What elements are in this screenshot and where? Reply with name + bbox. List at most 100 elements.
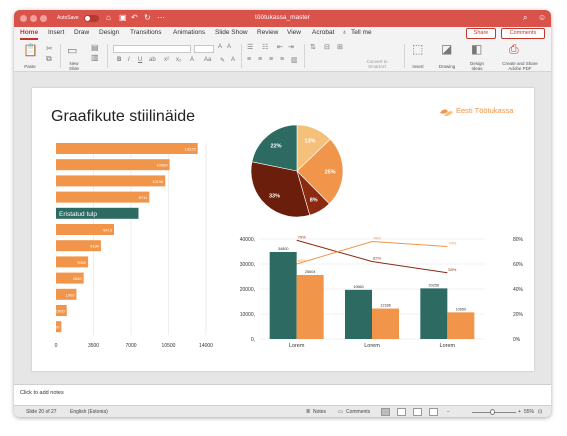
y-left-tick-label: 0, [251, 337, 255, 343]
text-effects-icon[interactable]: A [190, 57, 194, 63]
bar-data-label: 12186 [380, 304, 391, 308]
outdent-icon[interactable]: ⇥ [288, 43, 294, 51]
align-text-icon[interactable]: ⊟ [324, 43, 330, 51]
comments-button[interactable]: Comments [501, 28, 545, 39]
superscript-icon[interactable]: x² [164, 57, 169, 63]
reading-view-icon[interactable] [413, 408, 422, 416]
normal-view-icon[interactable] [381, 408, 390, 416]
decrease-font-icon[interactable]: A [227, 44, 231, 50]
tab-design[interactable]: Design [99, 29, 119, 36]
line-data-label: 62% [373, 256, 381, 261]
pie-chart: 13% 25% 8% 33% 22% [250, 124, 344, 218]
bold-icon[interactable]: B [117, 57, 121, 63]
x-tick-label: 10500 [162, 343, 176, 349]
paste-icon[interactable]: 📋 [23, 43, 38, 57]
indent-icon[interactable]: ⇤ [277, 43, 283, 51]
subscript-icon[interactable]: x₂ [176, 57, 181, 63]
columns-icon[interactable]: ▥ [291, 56, 298, 64]
align-center-icon[interactable]: ≡ [258, 56, 262, 63]
layout-icon[interactable]: ▤ [91, 43, 99, 52]
slide[interactable]: Graafikute stiilinäide Eesti Töötukassa … [32, 88, 534, 371]
numbering-icon[interactable]: ☷ [262, 43, 268, 51]
y-left-tick-label: 30000, [240, 262, 255, 268]
slide-sorter-icon[interactable] [397, 408, 406, 416]
highlight-icon[interactable]: ✎ [220, 57, 225, 64]
insert-icon[interactable]: ⬚ [412, 42, 423, 56]
tab-insert[interactable]: Insert [48, 29, 64, 36]
italic-icon[interactable]: I [128, 57, 130, 63]
font-family-select[interactable] [113, 45, 191, 53]
account-icon[interactable]: ☺ [538, 13, 546, 23]
line-data-label: 74% [448, 241, 456, 246]
bar-data-label: 10600 [156, 163, 168, 168]
smartart-icon[interactable]: ⊞ [337, 43, 343, 51]
share-button[interactable]: Share [466, 28, 496, 39]
tell-me-search[interactable]: Tell me [351, 29, 372, 36]
zoom-out-icon[interactable]: − [447, 409, 450, 415]
design-ideas-label: Design Ideas [469, 61, 484, 71]
y-left-tick-label: 20000, [240, 287, 255, 293]
powerpoint-window: AutoSave ⌂ ▣ ↶ ↻ ⋯ töötukassa_master ⌕ ☺… [14, 10, 551, 417]
align-right-icon[interactable]: ≡ [269, 56, 273, 63]
pie-slice-label: 22% [271, 143, 282, 149]
underline-icon[interactable]: U [138, 57, 142, 63]
font-color-icon[interactable]: A [231, 57, 235, 63]
copy-icon[interactable]: ⧉ [46, 54, 52, 64]
bar [56, 143, 198, 154]
status-bar: Slide 20 of 27 English (Estonia) ≣ Notes… [14, 405, 551, 417]
slide-counter: Slide 20 of 27 [26, 409, 57, 415]
reset-icon[interactable]: ▥ [91, 53, 99, 62]
font-size-select[interactable] [194, 45, 214, 53]
bar-data-label: 2583 [73, 276, 83, 281]
y-right-tick-label: 40% [513, 287, 524, 293]
create-share-pdf-label: Create and Share Adobe PDF [502, 61, 538, 71]
notes-pane[interactable]: Click to add notes [14, 384, 551, 405]
convert-smartart-label: Convert to SmartArt [366, 59, 388, 69]
change-case-icon[interactable]: Aa [204, 57, 211, 63]
share-label: Share [473, 30, 489, 36]
notes-toggle[interactable]: Notes [313, 409, 326, 415]
tab-slide-show[interactable]: Slide Show [215, 29, 248, 36]
slide-title[interactable]: Graafikute stiilinäide [51, 108, 195, 126]
bar-data-label: 34800 [278, 247, 289, 251]
new-slide-icon[interactable]: ▭ [67, 44, 77, 57]
comments-toggle[interactable]: Comments [346, 409, 370, 415]
tab-acrobat[interactable]: Acrobat [312, 29, 334, 36]
pdf-icon[interactable]: ⎙ [509, 42, 519, 57]
bar [56, 175, 166, 187]
zoom-in-icon[interactable]: + [518, 409, 521, 415]
line-data-label: 78% [373, 236, 381, 241]
x-tick-label: 14000 [199, 343, 213, 349]
bar-data-label: 20256 [429, 283, 440, 287]
search-icon[interactable]: ⌕ [523, 13, 527, 23]
increase-font-icon[interactable]: A [218, 44, 222, 50]
zoom-level[interactable]: 55% [524, 409, 534, 415]
language-status[interactable]: English (Estonia) [70, 409, 108, 415]
bar-data-label: 25604 [305, 270, 316, 274]
tab-home[interactable]: Home [20, 29, 39, 40]
text-direction-icon[interactable]: ⇅ [310, 43, 316, 51]
x-category-label: Lorem [364, 343, 380, 349]
y-right-tick-label: 80% [513, 237, 524, 243]
justify-icon[interactable]: ≡ [280, 56, 284, 63]
pie-slice-label: 13% [305, 139, 316, 145]
fit-to-window-icon[interactable]: ⊡ [538, 409, 542, 415]
strikethrough-icon[interactable]: ab [149, 57, 156, 63]
x-tick-label: 7000 [125, 343, 136, 349]
pie-slice-label: 25% [325, 170, 336, 176]
tab-transitions[interactable]: Transitions [130, 29, 162, 36]
tab-draw[interactable]: Draw [74, 29, 89, 36]
zoom-slider-thumb[interactable] [490, 409, 495, 415]
drawing-icon[interactable]: ◪ [441, 42, 452, 56]
tab-review[interactable]: Review [257, 29, 278, 36]
bullets-icon[interactable]: ☰ [247, 43, 253, 51]
align-left-icon[interactable]: ≡ [247, 56, 251, 63]
slide-canvas: Graafikute stiilinäide Eesti Töötukassa … [14, 72, 551, 384]
bar-series-1 [420, 288, 448, 339]
cut-icon[interactable]: ✂ [46, 44, 53, 53]
tab-animations[interactable]: Animations [173, 29, 205, 36]
slideshow-view-icon[interactable] [429, 408, 438, 416]
design-ideas-icon[interactable]: ◧ [471, 42, 482, 56]
tab-view[interactable]: View [287, 29, 301, 36]
line-data-label: 79% [298, 234, 306, 239]
